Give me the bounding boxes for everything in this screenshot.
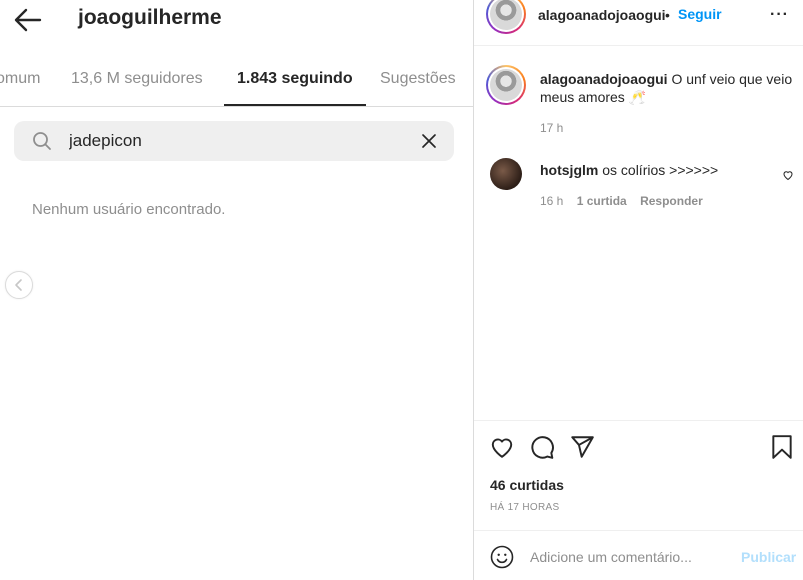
post-panel: alagoanadojoaogui • Seguir ··· alagoanad… bbox=[474, 0, 803, 580]
tab-following[interactable]: 1.843 seguindo bbox=[237, 70, 353, 88]
bookmark-icon[interactable] bbox=[769, 434, 795, 460]
chevron-left-icon[interactable] bbox=[5, 271, 33, 299]
author-username[interactable]: alagoanadojoaogui bbox=[538, 7, 666, 23]
no-results-message: Nenhum usuário encontrado. bbox=[32, 201, 226, 218]
more-icon[interactable]: ··· bbox=[770, 6, 789, 24]
separator-dot: • bbox=[665, 7, 670, 23]
caption: alagoanadojoaogui O unf veio que veio me… bbox=[540, 70, 796, 106]
search-bar bbox=[14, 121, 454, 161]
comment-likes[interactable]: 1 curtida bbox=[577, 194, 627, 208]
publish-button[interactable]: Publicar bbox=[741, 549, 796, 565]
likes-count[interactable]: 46 curtidas bbox=[490, 477, 564, 493]
tab-in-common[interactable]: omum bbox=[0, 70, 40, 88]
back-arrow-icon[interactable] bbox=[12, 6, 44, 34]
following-dialog: joaoguilherme omum 13,6 M seguidores 1.8… bbox=[0, 0, 473, 580]
tab-followers[interactable]: 13,6 M seguidores bbox=[71, 70, 203, 88]
profile-username: joaoguilherme bbox=[78, 6, 222, 29]
caption-username[interactable]: alagoanadojoaogui bbox=[540, 71, 668, 87]
comment-input[interactable] bbox=[530, 546, 730, 568]
header-divider bbox=[474, 45, 803, 46]
comment: hotsjglm os colírios >>>>>> bbox=[540, 161, 770, 179]
tab-suggestions[interactable]: Sugestões bbox=[380, 70, 456, 88]
follow-button[interactable]: Seguir bbox=[678, 6, 722, 22]
search-icon bbox=[32, 131, 52, 151]
clear-icon[interactable] bbox=[420, 132, 438, 150]
share-icon[interactable] bbox=[569, 434, 595, 460]
caption-time[interactable]: 17 h bbox=[540, 121, 563, 135]
caption-avatar[interactable] bbox=[486, 65, 526, 105]
comment-divider bbox=[474, 530, 803, 531]
comment-icon[interactable] bbox=[529, 434, 555, 460]
reply-button[interactable]: Responder bbox=[640, 194, 703, 208]
emoji-icon[interactable] bbox=[490, 545, 514, 569]
post-header: alagoanadojoaogui • Seguir ··· bbox=[474, 0, 803, 45]
comment-time[interactable]: 16 h bbox=[540, 194, 563, 208]
search-input[interactable] bbox=[69, 121, 399, 161]
author-avatar[interactable] bbox=[486, 0, 526, 34]
commenter-avatar[interactable] bbox=[490, 158, 522, 190]
comment-meta: 16 h 1 curtida Responder bbox=[540, 194, 709, 208]
posted-ago[interactable]: HÁ 17 HORAS bbox=[490, 502, 559, 513]
heart-icon[interactable] bbox=[489, 434, 515, 460]
actions-divider bbox=[474, 420, 803, 421]
comment-text: os colírios >>>>>> bbox=[602, 162, 719, 178]
tabs: omum 13,6 M seguidores 1.843 seguindo Su… bbox=[0, 58, 473, 106]
tabs-divider bbox=[0, 106, 473, 107]
comment-username[interactable]: hotsjglm bbox=[540, 162, 598, 178]
heart-icon[interactable] bbox=[782, 168, 794, 181]
